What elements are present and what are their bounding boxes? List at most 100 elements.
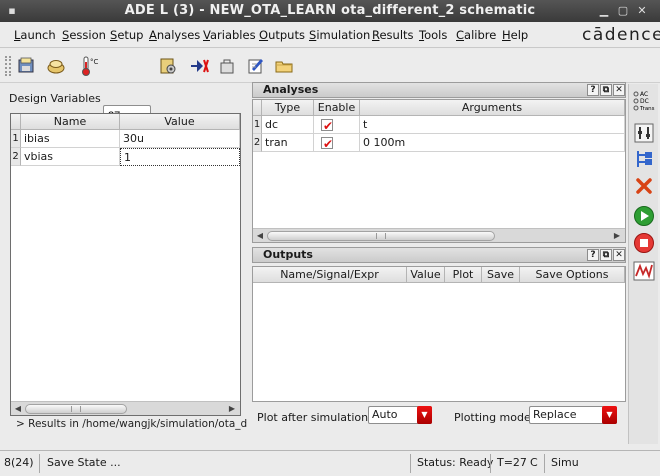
- analyses-panel-title: Analyses ? ⧉ ✕: [252, 82, 626, 98]
- menu-simulation[interactable]: Simulation: [309, 28, 370, 42]
- menu-variables[interactable]: Variables: [203, 28, 256, 42]
- menu-help[interactable]: Help: [502, 28, 528, 42]
- netlist-icon[interactable]: [188, 55, 210, 77]
- plotting-mode-select[interactable]: Replace ▼: [529, 406, 617, 424]
- thumb-grip: [376, 233, 386, 239]
- outputs-panel-title: Outputs ? ⧉ ✕: [252, 247, 626, 263]
- column-header-plot[interactable]: Plot: [445, 267, 482, 283]
- menu-calibre[interactable]: Calibre: [456, 28, 496, 42]
- temperature-unit-status: C: [530, 456, 538, 469]
- column-header-name[interactable]: Name: [21, 114, 120, 130]
- chevron-down-icon[interactable]: ▼: [602, 406, 617, 424]
- menu-results[interactable]: Results: [372, 28, 414, 42]
- float-panel-icon[interactable]: ⧉: [600, 84, 612, 96]
- scroll-thumb[interactable]: [267, 231, 495, 241]
- status-separator: [490, 454, 491, 473]
- variable-name-cell[interactable]: ibias: [21, 130, 120, 148]
- thumb-grip: [71, 406, 81, 412]
- help-icon[interactable]: ?: [587, 249, 599, 261]
- minimize-icon[interactable]: ▁: [598, 5, 610, 17]
- variable-value-cell[interactable]: 1: [120, 148, 240, 166]
- mouse-status: 8(24): [4, 456, 34, 469]
- row-number: 2: [253, 134, 262, 152]
- outputs-table[interactable]: Name/Signal/Expr Value Plot Save Save Op…: [252, 266, 626, 402]
- help-icon[interactable]: ?: [587, 84, 599, 96]
- column-header-value[interactable]: Value: [407, 267, 445, 283]
- analyses-table: Type Enable Arguments 1 dc ✔ t 2 tran ✔ …: [252, 99, 626, 243]
- parametric-icon[interactable]: [632, 122, 656, 144]
- analysis-enable-cell[interactable]: ✔: [314, 134, 360, 152]
- netlist-tree-icon[interactable]: [632, 148, 656, 170]
- close-icon[interactable]: ✕: [636, 5, 648, 17]
- scroll-thumb[interactable]: [25, 404, 127, 414]
- analysis-arguments-cell[interactable]: t: [360, 116, 625, 134]
- column-header-save[interactable]: Save: [482, 267, 520, 283]
- analysis-type-cell[interactable]: tran: [262, 134, 314, 152]
- simulation-status: Status: Ready: [417, 456, 494, 469]
- toolbar-grip[interactable]: [5, 56, 11, 76]
- delete-icon[interactable]: [632, 175, 656, 197]
- load-icon[interactable]: [45, 55, 67, 77]
- plotting-mode-label: Plotting mode:: [454, 411, 535, 424]
- column-header-type[interactable]: Type: [262, 100, 314, 116]
- edit-icon[interactable]: [245, 55, 267, 77]
- scroll-left-icon[interactable]: ◀: [254, 230, 266, 242]
- menu-launch[interactable]: Launch: [14, 28, 56, 42]
- design-variables-table: Name Value 1 ibias 30u 2 vbias 1 ◀ ▶: [10, 113, 241, 416]
- scroll-right-icon[interactable]: ▶: [226, 403, 238, 415]
- toolbar: °C: [0, 49, 660, 126]
- maximize-icon[interactable]: ▢: [617, 5, 629, 17]
- save-icon[interactable]: [216, 55, 238, 77]
- setup-models-icon[interactable]: [157, 55, 179, 77]
- ac-dc-trans-icon[interactable]: AC DC Trans: [632, 90, 656, 112]
- scroll-left-icon[interactable]: ◀: [12, 403, 24, 415]
- float-panel-icon[interactable]: ⧉: [600, 249, 612, 261]
- scroll-right-icon[interactable]: ▶: [611, 230, 623, 242]
- row-number: 1: [253, 116, 262, 134]
- run-icon[interactable]: [632, 205, 656, 227]
- open-state-icon[interactable]: [16, 55, 38, 77]
- dc-label: DC: [640, 98, 649, 105]
- temperature-unit-label: °C: [90, 58, 99, 66]
- menu-outputs[interactable]: Outputs: [259, 28, 305, 42]
- analyses-hscrollbar[interactable]: ◀ ▶: [253, 228, 625, 242]
- close-panel-icon[interactable]: ✕: [613, 249, 625, 261]
- status-separator: [544, 454, 545, 473]
- analysis-type-cell[interactable]: dc: [262, 116, 314, 134]
- column-header-arguments[interactable]: Arguments: [360, 100, 625, 116]
- menu-setup[interactable]: Setup: [110, 28, 144, 42]
- checkmark-icon: ✔: [323, 119, 334, 133]
- column-header-enable[interactable]: Enable: [314, 100, 360, 116]
- checkmark-icon: ✔: [323, 137, 334, 151]
- column-header-value[interactable]: Value: [120, 114, 240, 130]
- menu-tools[interactable]: Tools: [419, 28, 447, 42]
- plot-after-simulation-value: Auto: [372, 408, 398, 421]
- window-title-bar[interactable]: ▪ ADE L (3) - NEW_OTA_LEARN ota_differen…: [0, 0, 660, 22]
- status-separator: [410, 454, 411, 473]
- command-status: Save State ...: [47, 456, 121, 469]
- plotting-mode-value: Replace: [533, 408, 577, 421]
- row-number: 1: [11, 130, 21, 148]
- cadence-logo: cādence: [582, 25, 660, 45]
- column-header-name-signal-expr[interactable]: Name/Signal/Expr: [253, 267, 407, 283]
- analysis-enable-cell[interactable]: ✔: [314, 116, 360, 134]
- folder-icon[interactable]: [273, 55, 295, 77]
- plot-after-simulation-label: Plot after simulation:: [257, 411, 372, 424]
- enable-checkbox[interactable]: ✔: [321, 119, 333, 133]
- chevron-down-icon[interactable]: ▼: [417, 406, 432, 424]
- menu-session[interactable]: Session: [62, 28, 106, 42]
- outputs-title: Outputs: [263, 248, 313, 261]
- stop-icon[interactable]: [632, 232, 656, 254]
- right-toolbar: AC DC Trans: [628, 84, 658, 444]
- close-panel-icon[interactable]: ✕: [613, 84, 625, 96]
- variable-value-cell[interactable]: 30u: [120, 130, 240, 148]
- waveform-icon[interactable]: [632, 260, 656, 282]
- trans-label: Trans: [639, 106, 655, 112]
- menu-analyses[interactable]: Analyses: [149, 28, 200, 42]
- column-header-save-options[interactable]: Save Options: [520, 267, 625, 283]
- enable-checkbox[interactable]: ✔: [321, 137, 333, 151]
- plot-after-simulation-select[interactable]: Auto ▼: [368, 406, 432, 424]
- analysis-arguments-cell[interactable]: 0 100m: [360, 134, 625, 152]
- design-variables-hscrollbar[interactable]: ◀ ▶: [11, 401, 240, 415]
- variable-name-cell[interactable]: vbias: [21, 148, 120, 166]
